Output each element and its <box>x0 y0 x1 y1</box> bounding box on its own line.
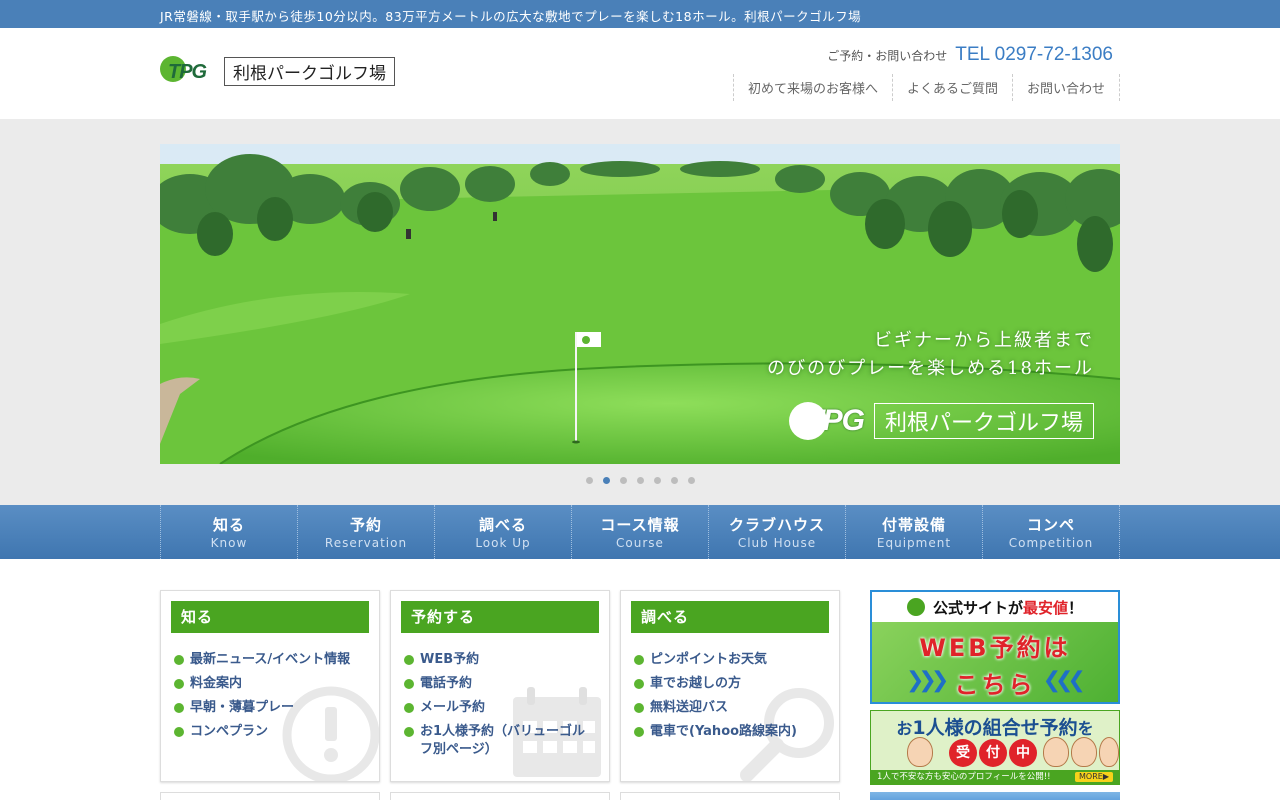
link-mail-reserve[interactable]: メール予約 <box>404 696 589 720</box>
hero-copy: ビギナーから上級者まで のびのびプレーを楽しめる18ホール <box>767 327 1094 383</box>
site-logo[interactable]: TPG 利根パークゴルフ場 <box>160 53 395 89</box>
hero-slide[interactable]: ビギナーから上級者まで のびのびプレーを楽しめる18ホール TPG 利根パークゴ… <box>160 144 1120 464</box>
link-price[interactable]: 料金案内 <box>174 672 350 696</box>
link-by-car[interactable]: 車でお越しの方 <box>634 672 797 696</box>
box-lookup-links: ピンポイントお天気 車でお越しの方 無料送迎バス 電車で(Yahoo路線案内) <box>634 648 797 744</box>
slider-dot-2[interactable] <box>602 477 610 484</box>
slider-dot-5[interactable] <box>653 477 661 484</box>
site-header: TPG 利根パークゴルフ場 ご予約・お問い合わせ TEL 0297-72-130… <box>0 28 1280 119</box>
hero-copy-line2: のびのびプレーを楽しめる18ホール <box>767 358 1094 379</box>
box-row2-3 <box>620 792 840 800</box>
top-bar: JR常磐線・取手駅から徒歩10分以内。83万平方メートルの広大な敷地でプレーを楽… <box>0 0 1280 28</box>
hero-logo: TPG 利根パークゴルフ場 <box>789 402 1094 440</box>
slider-dots <box>0 477 1280 484</box>
person-icon <box>907 737 933 767</box>
slider-dot-7[interactable] <box>687 477 695 484</box>
box-know: 知る 最新ニュース/イベント情報 料金案内 早朝・薄暮プレー コンペプラン <box>160 590 380 782</box>
box-know-links: 最新ニュース/イベント情報 料金案内 早朝・薄暮プレー コンペプラン <box>174 648 350 744</box>
hero-slider: ビギナーから上級者まで のびのびプレーを楽しめる18ホール TPG 利根パークゴ… <box>0 119 1280 505</box>
tel-number[interactable]: TEL 0297-72-1306 <box>955 44 1113 66</box>
box-know-title: 知る <box>171 601 369 633</box>
box-reserve-title: 予約する <box>401 601 599 633</box>
accepting-badge: 受 付 中 <box>949 739 1039 767</box>
web-reserve-banner[interactable]: 公式サイトが最安値！ WEB予約は ❯❯❯ こちら ❮❮❮ <box>870 590 1120 704</box>
slider-dot-6[interactable] <box>670 477 678 484</box>
contact-tel: ご予約・お問い合わせ TEL 0297-72-1306 <box>827 44 1113 66</box>
top-bar-text: JR常磐線・取手駅から徒歩10分以内。83万平方メートルの広大な敷地でプレーを楽… <box>160 9 862 24</box>
main-nav: 知る Know 予約 Reservation 調べる Look Up コース情報 Cou… <box>0 505 1280 559</box>
here-text: こちら <box>954 671 1036 699</box>
main-nav-lookup[interactable]: 調べる Look Up <box>435 505 572 559</box>
link-web-reserve[interactable]: WEB予約 <box>404 648 589 672</box>
arrow-left-icon: ❮❮❮ <box>1042 668 1086 693</box>
main-nav-equipment[interactable]: 付帯設備 Equipment <box>846 505 983 559</box>
main-nav-know[interactable]: 知る Know <box>161 505 298 559</box>
header-nav: 初めて来場のお客様へ よくあるご質問 お問い合わせ <box>732 74 1120 101</box>
banner-3[interactable] <box>870 792 1120 800</box>
nav-faq[interactable]: よくあるご質問 <box>893 74 1013 101</box>
slider-dot-1[interactable] <box>585 477 593 484</box>
box-lookup: 調べる ピンポイントお天気 車でお越しの方 無料送迎バス 電車で(Yahoo路線… <box>620 590 840 782</box>
person-icon <box>1099 737 1119 767</box>
link-tel-reserve[interactable]: 電話予約 <box>404 672 589 696</box>
main-nav-course[interactable]: コース情報 Course <box>572 505 709 559</box>
slider-dot-3[interactable] <box>619 477 627 484</box>
link-early-late-play[interactable]: 早朝・薄暮プレー <box>174 696 350 720</box>
web-reserve-text: WEB予約は <box>919 634 1071 662</box>
box-row2-2 <box>390 792 610 800</box>
link-compe-plan[interactable]: コンペプラン <box>174 720 350 744</box>
link-by-train[interactable]: 電車で(Yahoo路線案内) <box>634 720 797 744</box>
person-icon <box>1071 737 1097 767</box>
main-nav-reservation[interactable]: 予約 Reservation <box>298 505 435 559</box>
box-reserve: 予約する WEB予約 電話予約 メール予約 お1人様予約（バリューゴルフ別ページ… <box>390 590 610 782</box>
box-lookup-title: 調べる <box>631 601 829 633</box>
nav-contact[interactable]: お問い合わせ <box>1013 74 1120 101</box>
green-ball-icon <box>906 598 925 616</box>
site-name: 利根パークゴルフ場 <box>224 56 395 86</box>
link-shuttle-bus[interactable]: 無料送迎バス <box>634 696 797 720</box>
tpg-logo-icon: TPG <box>160 53 220 89</box>
nav-first-visit[interactable]: 初めて来場のお客様へ <box>734 74 893 101</box>
person-icon <box>1043 737 1069 767</box>
solo-reserve-banner[interactable]: お1人様の組合せ予約を 受 付 中 1人で不安な方も安心のプロフィールを公開!!… <box>870 710 1120 785</box>
main-nav-competition[interactable]: コンペ Competition <box>983 505 1120 559</box>
box-reserve-links: WEB予約 電話予約 メール予約 お1人様予約（バリューゴルフ別ページ） <box>404 648 589 762</box>
link-weather[interactable]: ピンポイントお天気 <box>634 648 797 672</box>
hero-copy-line1: ビギナーから上級者まで <box>874 330 1094 351</box>
tel-label: ご予約・お問い合わせ <box>827 49 948 63</box>
slider-dot-4[interactable] <box>636 477 644 484</box>
link-solo-reserve[interactable]: お1人様予約（バリューゴルフ別ページ） <box>404 720 589 762</box>
more-button[interactable]: MORE▶ <box>1075 772 1113 782</box>
main-nav-clubhouse[interactable]: クラブハウス Club House <box>709 505 846 559</box>
box-row2-1 <box>160 792 380 800</box>
solo-banner-title: お1人様の組合せ予約を <box>896 717 1094 739</box>
link-news[interactable]: 最新ニュース/イベント情報 <box>174 648 350 672</box>
